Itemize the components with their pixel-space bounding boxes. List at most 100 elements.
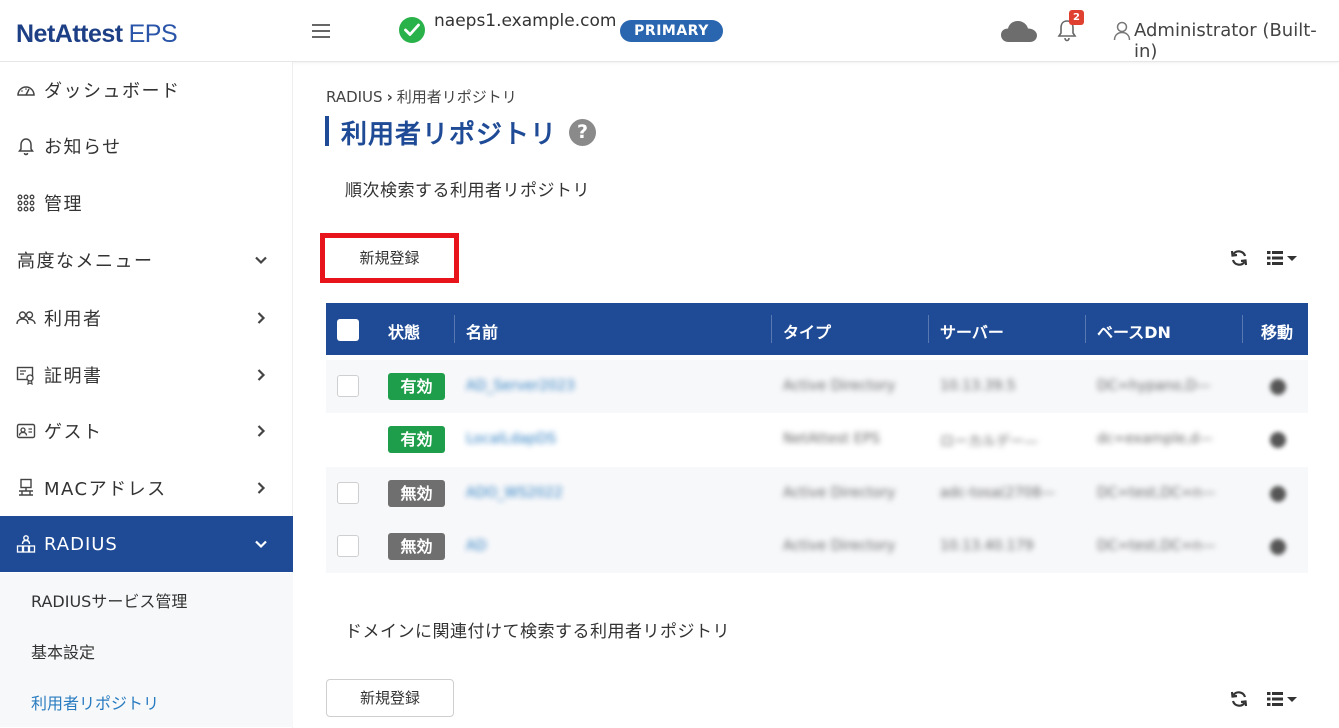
sidebar-subitem-radius-service[interactable]: RADIUSサービス管理 xyxy=(0,573,293,625)
new-register-button-domain[interactable]: 新規登録 xyxy=(326,679,454,717)
help-icon[interactable]: ? xyxy=(569,119,596,146)
certificate-icon xyxy=(16,365,36,386)
column-header-move: 移動 xyxy=(1261,323,1294,342)
repository-basedn: DC=test,DC=n— xyxy=(1097,538,1216,554)
radius-network-icon xyxy=(16,534,36,554)
sidebar-subitem-user-repository[interactable]: 利用者リポジトリ xyxy=(0,675,293,727)
row-checkbox[interactable] xyxy=(337,375,359,397)
column-header-basedn[interactable]: ベースDN xyxy=(1097,319,1171,343)
cloud-icon[interactable] xyxy=(1000,19,1038,47)
status-badge: 有効 xyxy=(388,373,445,400)
repository-type: Active Directory xyxy=(783,538,896,554)
bell-icon xyxy=(16,136,36,156)
logo-main-text: NetAttest xyxy=(16,20,123,48)
section-title-domain: ドメインに関連付けて検索する利用者リポジトリ xyxy=(345,622,730,642)
user-icon[interactable] xyxy=(1113,21,1131,45)
sidebar-item-manage[interactable]: 管理 xyxy=(0,175,293,231)
hamburger-menu-icon[interactable] xyxy=(310,21,332,41)
row-checkbox[interactable] xyxy=(337,482,359,504)
column-header-name[interactable]: 名前 xyxy=(466,319,498,343)
status-badge: 無効 xyxy=(388,533,445,560)
table-header: 状態 名前 タイプ サーバー ベースDN 移動 xyxy=(326,303,1308,355)
dashboard-gauge-icon xyxy=(16,80,36,100)
app-logo[interactable]: NetAttest EPS xyxy=(16,20,178,49)
row-checkbox[interactable] xyxy=(337,535,359,557)
sidebar-item-advanced-menu[interactable]: 高度なメニュー xyxy=(0,232,293,288)
chevron-right-icon xyxy=(254,423,268,442)
repository-name-link[interactable]: ADO_WS2022 xyxy=(466,485,578,501)
chevron-down-icon xyxy=(254,252,268,271)
column-divider xyxy=(1085,315,1086,343)
host-name: naeps1.example.com xyxy=(434,11,617,31)
breadcrumb: RADIUS › 利用者リポジトリ xyxy=(326,86,517,107)
sidebar-subitem-label: RADIUSサービス管理 xyxy=(31,592,188,611)
repository-basedn: dc=example,d— xyxy=(1097,431,1213,447)
sidebar-subitem-label: 利用者リポジトリ xyxy=(31,694,160,713)
column-header-status[interactable]: 状態 xyxy=(388,319,420,343)
repository-server: 10.13.40.179 xyxy=(940,538,1034,554)
grid-dots-icon xyxy=(16,193,36,213)
notification-count-badge: 2 xyxy=(1069,10,1084,25)
chevron-right-icon xyxy=(254,310,268,329)
drag-handle-icon[interactable] xyxy=(1270,486,1286,502)
sidebar-item-label: 管理 xyxy=(44,194,83,215)
host-status-check-icon xyxy=(399,17,425,43)
repository-server: adc-tosa(2708— xyxy=(940,485,1056,501)
users-icon xyxy=(16,308,36,328)
top-header: NetAttest EPS naeps1.example.com PRIMARY … xyxy=(0,0,1339,62)
sidebar-item-guest[interactable]: ゲスト xyxy=(0,403,293,459)
sidebar-item-dashboard[interactable]: ダッシュボード xyxy=(0,62,293,118)
section-title-sequential: 順次検索する利用者リポジトリ xyxy=(345,181,590,201)
sidebar-item-label: お知らせ xyxy=(44,137,122,158)
sidebar-item-notices[interactable]: お知らせ xyxy=(0,118,293,174)
sidebar-item-radius[interactable]: RADIUS xyxy=(0,516,293,572)
sidebar: ダッシュボード お知らせ 管理 高度なメニュー 利用者 証明書 ゲスト MACア… xyxy=(0,62,293,728)
id-card-icon xyxy=(16,421,36,441)
sidebar-item-users[interactable]: 利用者 xyxy=(0,290,293,346)
table-row[interactable]: 有効 LocalLdapDS NetAttest EPS ローカルデー— dc=… xyxy=(326,413,1308,466)
column-divider xyxy=(928,315,929,343)
drag-handle-icon[interactable] xyxy=(1270,539,1286,555)
table-row[interactable]: 無効 AD Active Directory 10.13.40.179 DC=t… xyxy=(326,520,1308,573)
status-badge: 有効 xyxy=(388,426,445,453)
sidebar-item-label: MACアドレス xyxy=(44,479,167,500)
sidebar-subitem-basic-settings[interactable]: 基本設定 xyxy=(0,624,293,676)
table-row[interactable]: 有効 AD_Server2023 Active Directory 10.13.… xyxy=(326,360,1308,413)
repository-type: Active Directory xyxy=(783,485,896,501)
user-name[interactable]: Administrator (Built-in) xyxy=(1134,20,1339,62)
column-header-type[interactable]: タイプ xyxy=(783,319,831,343)
drag-handle-icon[interactable] xyxy=(1270,432,1286,448)
status-badge: 無効 xyxy=(388,480,445,507)
sidebar-item-label: 利用者 xyxy=(44,309,103,330)
select-all-checkbox[interactable] xyxy=(337,319,359,341)
repository-basedn: DC=hypano,D— xyxy=(1097,378,1211,394)
chevron-right-icon xyxy=(254,480,268,499)
breadcrumb-root-link[interactable]: RADIUS xyxy=(326,88,383,106)
logo-sub-text: EPS xyxy=(128,20,178,48)
sidebar-item-label: 高度なメニュー xyxy=(17,251,154,272)
sidebar-item-certificates[interactable]: 証明書 xyxy=(0,347,293,403)
refresh-icon[interactable] xyxy=(1229,689,1249,713)
repository-basedn: DC=test,DC=n— xyxy=(1097,485,1216,501)
new-register-button[interactable]: 新規登録 xyxy=(320,233,459,283)
repository-name-link[interactable]: LocalLdapDS xyxy=(466,431,576,447)
column-divider xyxy=(771,315,772,343)
chevron-right-icon xyxy=(254,367,268,386)
sidebar-subitem-label: 基本設定 xyxy=(31,643,96,662)
sidebar-item-label: ダッシュボード xyxy=(44,81,181,102)
column-header-server[interactable]: サーバー xyxy=(940,319,1004,343)
drag-handle-icon[interactable] xyxy=(1270,379,1286,395)
column-list-dropdown-icon[interactable] xyxy=(1267,691,1299,711)
role-badge: PRIMARY xyxy=(620,20,723,42)
repository-name-link[interactable]: AD_Server2023 xyxy=(466,378,596,394)
network-device-icon xyxy=(16,478,36,498)
table-row[interactable]: 無効 ADO_WS2022 Active Directory adc-tosa(… xyxy=(326,467,1308,520)
column-list-dropdown-icon[interactable] xyxy=(1267,250,1299,270)
refresh-icon[interactable] xyxy=(1229,248,1249,272)
repository-name-link[interactable]: AD xyxy=(466,538,492,554)
column-divider xyxy=(454,315,455,343)
column-divider xyxy=(1242,315,1243,343)
sidebar-item-mac-address[interactable]: MACアドレス xyxy=(0,460,293,516)
repository-type: NetAttest EPS xyxy=(783,431,880,447)
sidebar-item-label: ゲスト xyxy=(44,422,103,443)
